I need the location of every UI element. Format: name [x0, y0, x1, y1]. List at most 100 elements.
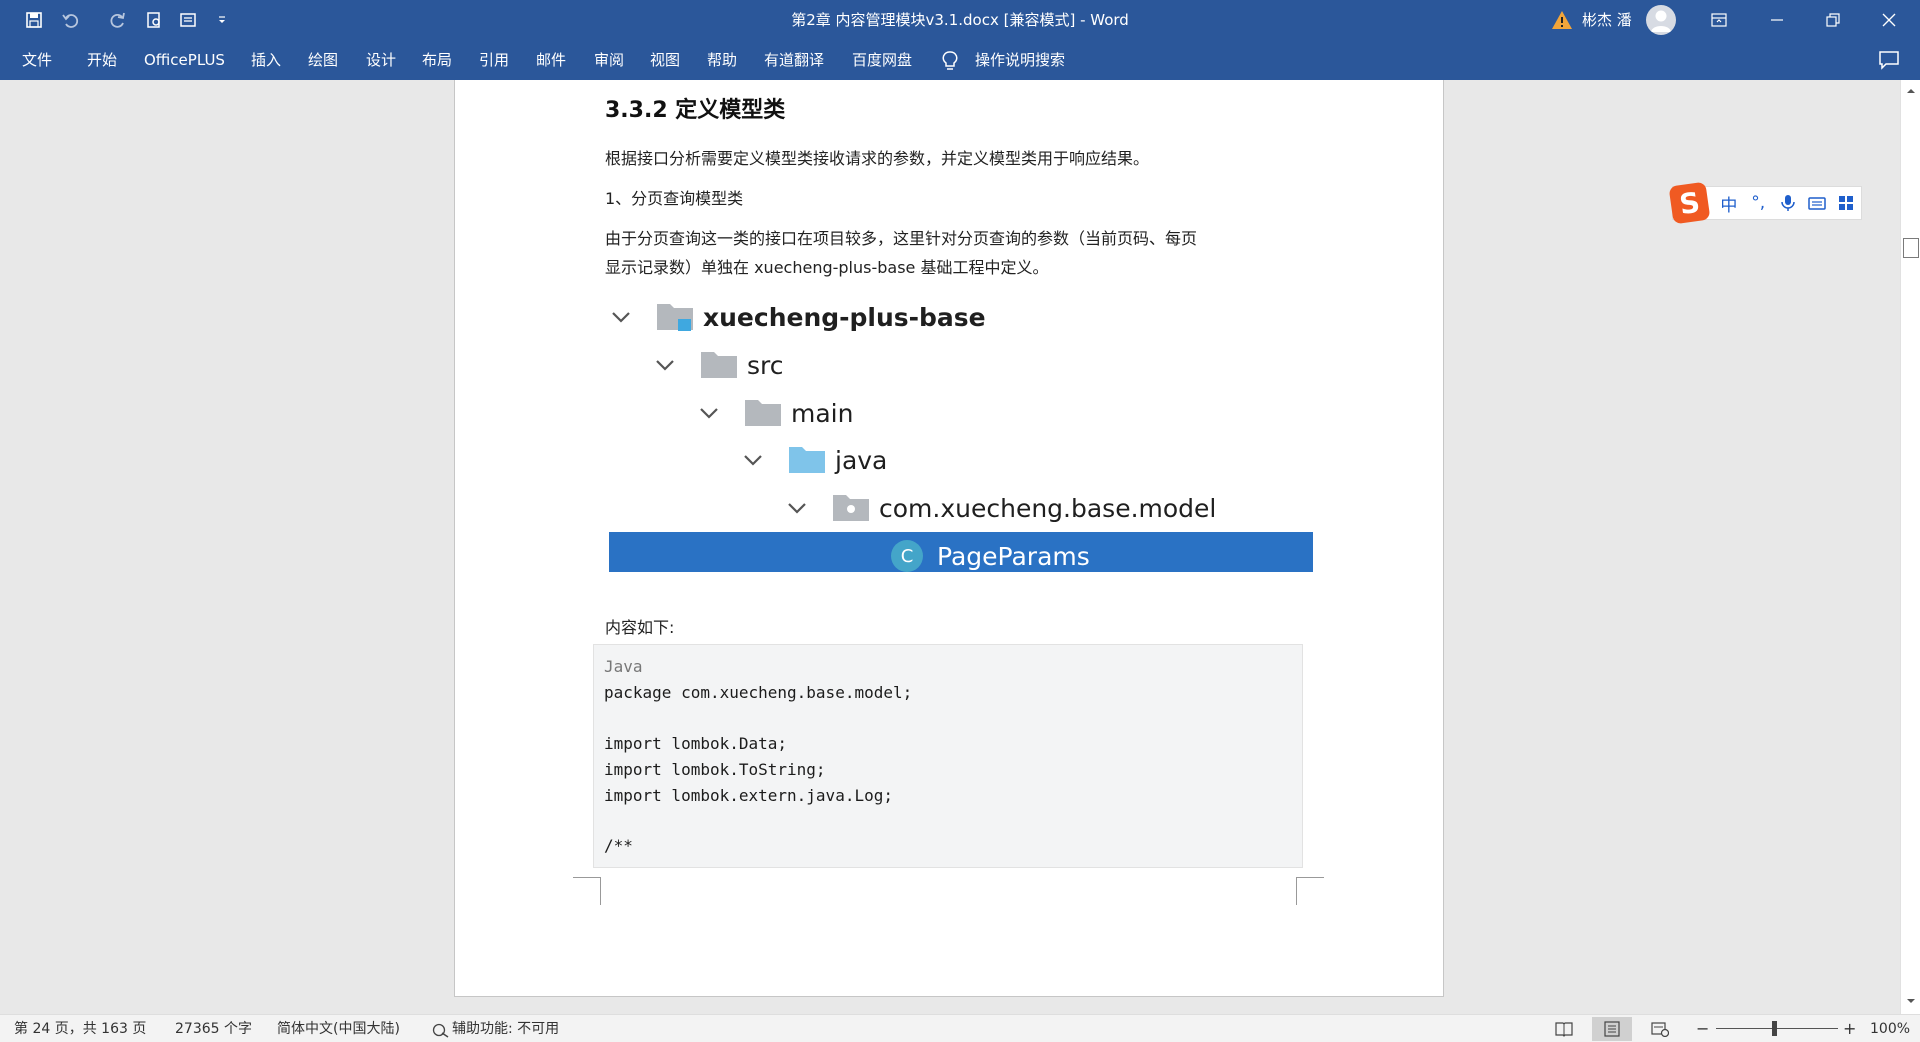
- tab-draw[interactable]: 绘图: [308, 40, 338, 80]
- tree-label: src: [747, 350, 784, 380]
- module-folder-icon: [657, 304, 693, 331]
- chevron-down-icon: [744, 455, 762, 466]
- chevron-down-icon: [788, 503, 806, 514]
- close-icon[interactable]: [1866, 0, 1912, 40]
- toolbox-grid-icon[interactable]: [1832, 188, 1861, 218]
- scroll-thumb[interactable]: [1903, 238, 1919, 258]
- folder-icon: [745, 400, 781, 426]
- tab-youdao-translate[interactable]: 有道翻译: [764, 40, 824, 80]
- code-block[interactable]: Java package com.xuecheng.base.model; im…: [593, 644, 1303, 868]
- zoom-slider-thumb[interactable]: [1772, 1021, 1777, 1036]
- print-preview-icon[interactable]: [140, 6, 168, 34]
- code-line: /**: [604, 836, 633, 855]
- paragraph: 内容如下:: [605, 618, 675, 637]
- zoom-level[interactable]: 100%: [1870, 1015, 1910, 1042]
- warning-icon[interactable]: [1551, 10, 1573, 30]
- tab-officeplus[interactable]: OfficePLUS: [144, 40, 225, 80]
- keyboard-icon[interactable]: [1802, 188, 1831, 218]
- code-language-label: Java: [604, 657, 643, 676]
- tree-label: xuecheng-plus-base: [703, 302, 986, 332]
- undo-icon[interactable]: [56, 6, 84, 34]
- tree-row: java: [741, 440, 887, 480]
- chevron-down-icon: [612, 312, 630, 323]
- print-layout-icon[interactable]: [1592, 1017, 1632, 1041]
- ribbon-display-options-icon[interactable]: [1696, 0, 1742, 40]
- avatar[interactable]: [1646, 5, 1676, 35]
- tab-home[interactable]: 开始: [87, 40, 117, 80]
- comments-icon[interactable]: [1878, 50, 1900, 70]
- save-icon[interactable]: [20, 6, 48, 34]
- ime-toolbar[interactable]: S 中 °,: [1668, 181, 1862, 225]
- tab-mailings[interactable]: 邮件: [536, 40, 566, 80]
- class-icon: C: [891, 540, 923, 572]
- zoom-out-button[interactable]: −: [1696, 1015, 1709, 1042]
- document-page[interactable]: 3.3.2 定义模型类 根据接口分析需要定义模型类接收请求的参数，并定义模型类用…: [454, 80, 1444, 997]
- tree-row: com.xuecheng.base.model: [785, 488, 1216, 528]
- tab-references[interactable]: 引用: [479, 40, 509, 80]
- zoom-in-button[interactable]: +: [1843, 1015, 1856, 1042]
- code-line: import lombok.Data;: [604, 734, 788, 753]
- chevron-down-icon: [656, 360, 674, 371]
- customize-dropdown-icon[interactable]: [208, 6, 236, 34]
- scroll-up-icon[interactable]: [1904, 84, 1918, 98]
- accessibility-status[interactable]: 辅助功能: 不可用: [452, 1015, 559, 1042]
- tree-label: main: [791, 398, 854, 428]
- tab-review[interactable]: 审阅: [594, 40, 624, 80]
- document-title: 第2章 内容管理模块v3.1.docx [兼容模式] - Word: [791, 11, 1129, 29]
- tree-row: src: [653, 345, 784, 385]
- tell-me-search[interactable]: 操作说明搜索: [975, 40, 1065, 80]
- ime-punctuation-toggle[interactable]: °,: [1744, 188, 1773, 218]
- tree-row: C PageParams: [891, 536, 1090, 572]
- chevron-down-icon: [700, 408, 718, 419]
- source-folder-icon: [789, 447, 825, 473]
- ribbon-tabs: 文件 开始 OfficePLUS 插入 绘图 设计 布局 引用 邮件 审阅 视图…: [0, 40, 1920, 80]
- tree-row: main: [697, 393, 853, 433]
- ime-mode-toggle[interactable]: 中: [1714, 188, 1743, 218]
- tree-label: com.xuecheng.base.model: [879, 493, 1217, 523]
- margin-mark: [573, 877, 601, 905]
- read-mode-icon[interactable]: [1544, 1017, 1584, 1041]
- project-tree-image: xuecheng-plus-base src main java com.xue: [609, 282, 1313, 572]
- minimize-icon[interactable]: [1754, 0, 1800, 40]
- accessibility-icon[interactable]: [432, 1022, 450, 1038]
- restore-icon[interactable]: [1810, 0, 1856, 40]
- title-bar: 第2章 内容管理模块v3.1.docx [兼容模式] - Word 彬杰 潘: [0, 0, 1920, 40]
- format-icon[interactable]: [174, 6, 202, 34]
- tab-layout[interactable]: 布局: [422, 40, 452, 80]
- web-layout-icon[interactable]: [1640, 1017, 1680, 1041]
- paragraph: 显示记录数）单独在 xuecheng-plus-base 基础工程中定义。: [605, 258, 1049, 277]
- redo-icon[interactable]: [104, 6, 132, 34]
- sogou-logo[interactable]: S: [1668, 181, 1711, 225]
- code-line: import lombok.ToString;: [604, 760, 826, 779]
- document-canvas: 3.3.2 定义模型类 根据接口分析需要定义模型类接收请求的参数，并定义模型类用…: [0, 80, 1900, 1014]
- margin-mark: [1296, 877, 1324, 905]
- vertical-scrollbar[interactable]: [1900, 80, 1920, 1014]
- user-name[interactable]: 彬杰 潘: [1582, 0, 1632, 40]
- language-indicator[interactable]: 简体中文(中国大陆): [277, 1015, 400, 1042]
- status-bar: 第 24 页，共 163 页 27365 个字 简体中文(中国大陆) 辅助功能:…: [0, 1014, 1920, 1042]
- tab-file[interactable]: 文件: [22, 40, 52, 80]
- tab-help[interactable]: 帮助: [707, 40, 737, 80]
- tree-label: PageParams: [937, 541, 1090, 571]
- folder-icon: [701, 352, 737, 378]
- tree-row: xuecheng-plus-base: [609, 297, 986, 337]
- tree-row-selected: C PageParams: [609, 532, 1313, 572]
- page-count[interactable]: 第 24 页，共 163 页: [14, 1015, 146, 1042]
- paragraph: 由于分页查询这一类的接口在项目较多，这里针对分页查询的参数（当前页码、每页: [605, 229, 1198, 248]
- tab-insert[interactable]: 插入: [251, 40, 281, 80]
- paragraph: 1、分页查询模型类: [605, 189, 744, 208]
- tab-view[interactable]: 视图: [650, 40, 680, 80]
- zoom-slider-track[interactable]: [1716, 1028, 1838, 1029]
- tab-baidu-netdisk[interactable]: 百度网盘: [852, 40, 912, 80]
- lightbulb-icon[interactable]: [940, 50, 960, 72]
- scroll-down-icon[interactable]: [1904, 994, 1918, 1008]
- word-count[interactable]: 27365 个字: [175, 1015, 252, 1042]
- code-line: package com.xuecheng.base.model;: [604, 683, 913, 702]
- microphone-icon[interactable]: [1773, 188, 1802, 218]
- tab-design[interactable]: 设计: [366, 40, 396, 80]
- tree-label: java: [835, 445, 888, 475]
- package-icon: [833, 495, 869, 521]
- section-heading: 3.3.2 定义模型类: [605, 98, 786, 123]
- paragraph: 根据接口分析需要定义模型类接收请求的参数，并定义模型类用于响应结果。: [605, 149, 1150, 168]
- code-line: import lombok.extern.java.Log;: [604, 786, 893, 805]
